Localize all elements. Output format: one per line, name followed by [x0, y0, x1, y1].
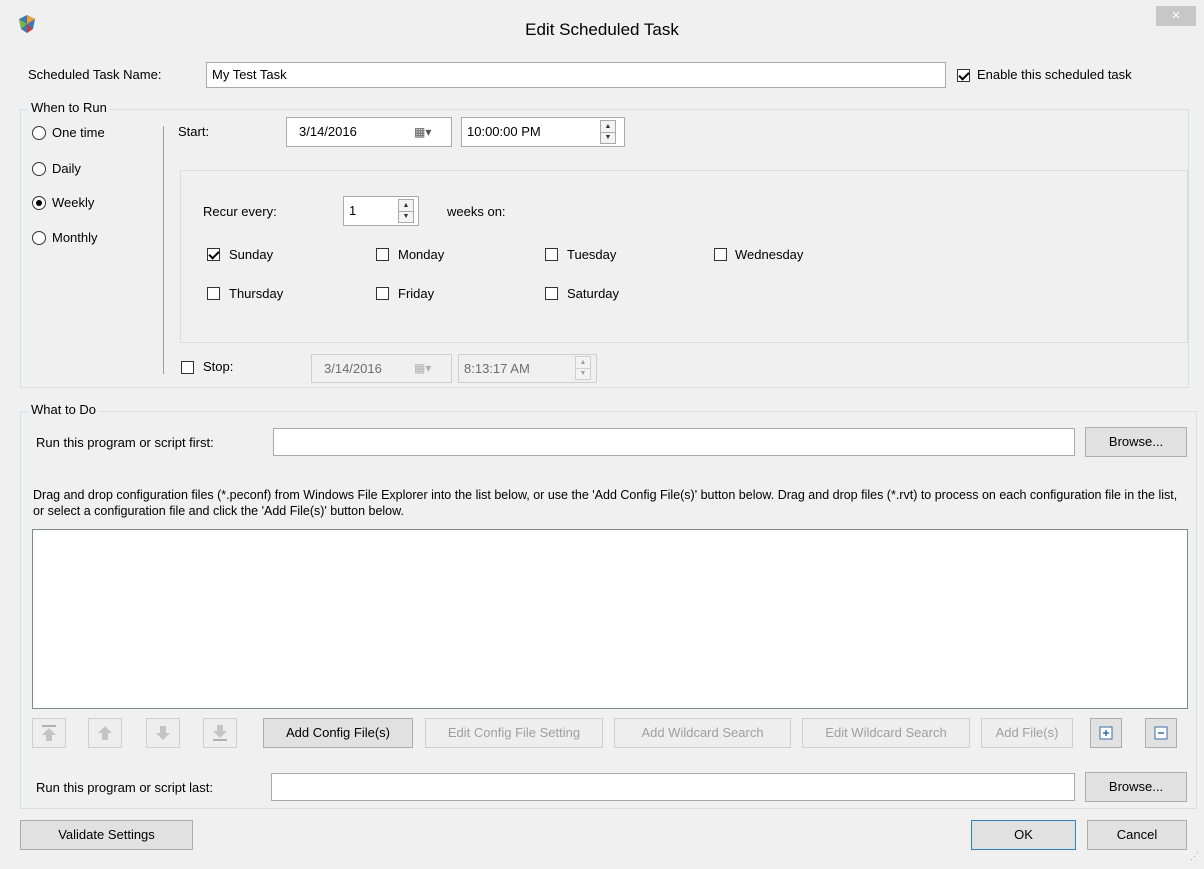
start-time-spinner[interactable]: ▲ ▼ — [600, 120, 616, 144]
arrow-down-icon — [154, 726, 172, 745]
collapse-all-button[interactable] — [1145, 718, 1177, 748]
arrow-up-icon — [96, 726, 114, 745]
window-title: Edit Scheduled Task — [525, 20, 679, 39]
move-bottom-icon — [211, 725, 229, 745]
stop-calendar-dropdown-icon[interactable]: ▦▾ — [414, 358, 440, 378]
day-monday-checkbox[interactable] — [376, 248, 389, 261]
radio-daily-label: Daily — [52, 161, 81, 176]
radio-monthly-label: Monthly — [52, 230, 98, 245]
recurrence-panel — [180, 170, 1188, 343]
day-sunday-label: Sunday — [229, 247, 274, 262]
day-sunday-checkbox[interactable] — [207, 248, 220, 261]
task-name-label: Scheduled Task Name: — [28, 67, 162, 82]
run-last-label: Run this program or script last: — [36, 780, 214, 795]
start-label: Start: — [178, 124, 210, 139]
validate-settings-button[interactable]: Validate Settings — [20, 820, 193, 850]
radio-monthly[interactable] — [32, 231, 46, 245]
move-top-icon — [40, 725, 58, 745]
day-wednesday-checkbox[interactable] — [714, 248, 727, 261]
browse-last-button[interactable]: Browse... — [1085, 772, 1187, 802]
close-button[interactable]: × — [1156, 6, 1196, 26]
cancel-button[interactable]: Cancel — [1087, 820, 1187, 850]
radio-one-time[interactable] — [32, 126, 46, 140]
what-to-do-legend: What to Do — [28, 402, 100, 417]
day-thursday-label: Thursday — [229, 286, 284, 301]
recur-every-spinner[interactable]: ▲ ▼ — [398, 199, 414, 223]
radio-weekly[interactable] — [32, 196, 46, 210]
minus-box-icon — [1146, 726, 1176, 750]
add-config-files-button[interactable]: Add Config File(s) — [263, 718, 413, 748]
radio-daily[interactable] — [32, 162, 46, 176]
browse-first-button[interactable]: Browse... — [1085, 427, 1187, 457]
day-tuesday-label: Tuesday — [567, 247, 617, 262]
config-file-list[interactable] — [32, 529, 1188, 709]
plus-box-icon — [1091, 726, 1121, 750]
frequency-divider — [163, 126, 164, 374]
stop-time-spinner[interactable]: ▲ ▼ — [575, 356, 591, 380]
stop-label: Stop: — [203, 359, 234, 374]
day-friday-label: Friday — [398, 286, 435, 301]
run-first-input[interactable] — [273, 428, 1075, 456]
move-to-bottom-button[interactable] — [203, 718, 237, 748]
expand-all-button[interactable] — [1090, 718, 1122, 748]
day-friday-checkbox[interactable] — [376, 287, 389, 300]
day-thursday-checkbox[interactable] — [207, 287, 220, 300]
ok-button[interactable]: OK — [971, 820, 1076, 850]
task-name-input[interactable]: My Test Task — [206, 62, 946, 88]
stop-checkbox[interactable] — [181, 361, 194, 374]
enable-task-label: Enable this scheduled task — [977, 67, 1132, 82]
move-to-top-button[interactable] — [32, 718, 66, 748]
add-files-button[interactable]: Add File(s) — [981, 718, 1073, 748]
recur-every-label: Recur every: — [203, 204, 277, 219]
run-first-label: Run this program or script first: — [36, 435, 214, 450]
weeks-on-label: weeks on: — [447, 204, 506, 219]
move-down-button[interactable] — [146, 718, 180, 748]
day-tuesday-checkbox[interactable] — [545, 248, 558, 261]
edit-wildcard-search-button[interactable]: Edit Wildcard Search — [802, 718, 970, 748]
radio-one-time-label: One time — [52, 125, 105, 140]
instructions-text: Drag and drop configuration files (*.pec… — [33, 488, 1178, 518]
move-up-button[interactable] — [88, 718, 122, 748]
day-saturday-label: Saturday — [567, 286, 620, 301]
run-last-input[interactable] — [271, 773, 1075, 801]
close-icon: × — [1171, 7, 1181, 24]
resize-grip-icon[interactable]: ⋰ — [1190, 852, 1200, 862]
when-to-run-legend: When to Run — [28, 100, 110, 115]
edit-config-setting-button[interactable]: Edit Config File Setting — [425, 718, 603, 748]
day-wednesday-label: Wednesday — [735, 247, 804, 262]
day-monday-label: Monday — [398, 247, 445, 262]
start-calendar-dropdown-icon[interactable]: ▦▾ — [414, 122, 440, 142]
add-wildcard-search-button[interactable]: Add Wildcard Search — [614, 718, 791, 748]
enable-task-checkbox[interactable] — [957, 69, 970, 82]
radio-weekly-label: Weekly — [52, 195, 95, 210]
day-saturday-checkbox[interactable] — [545, 287, 558, 300]
